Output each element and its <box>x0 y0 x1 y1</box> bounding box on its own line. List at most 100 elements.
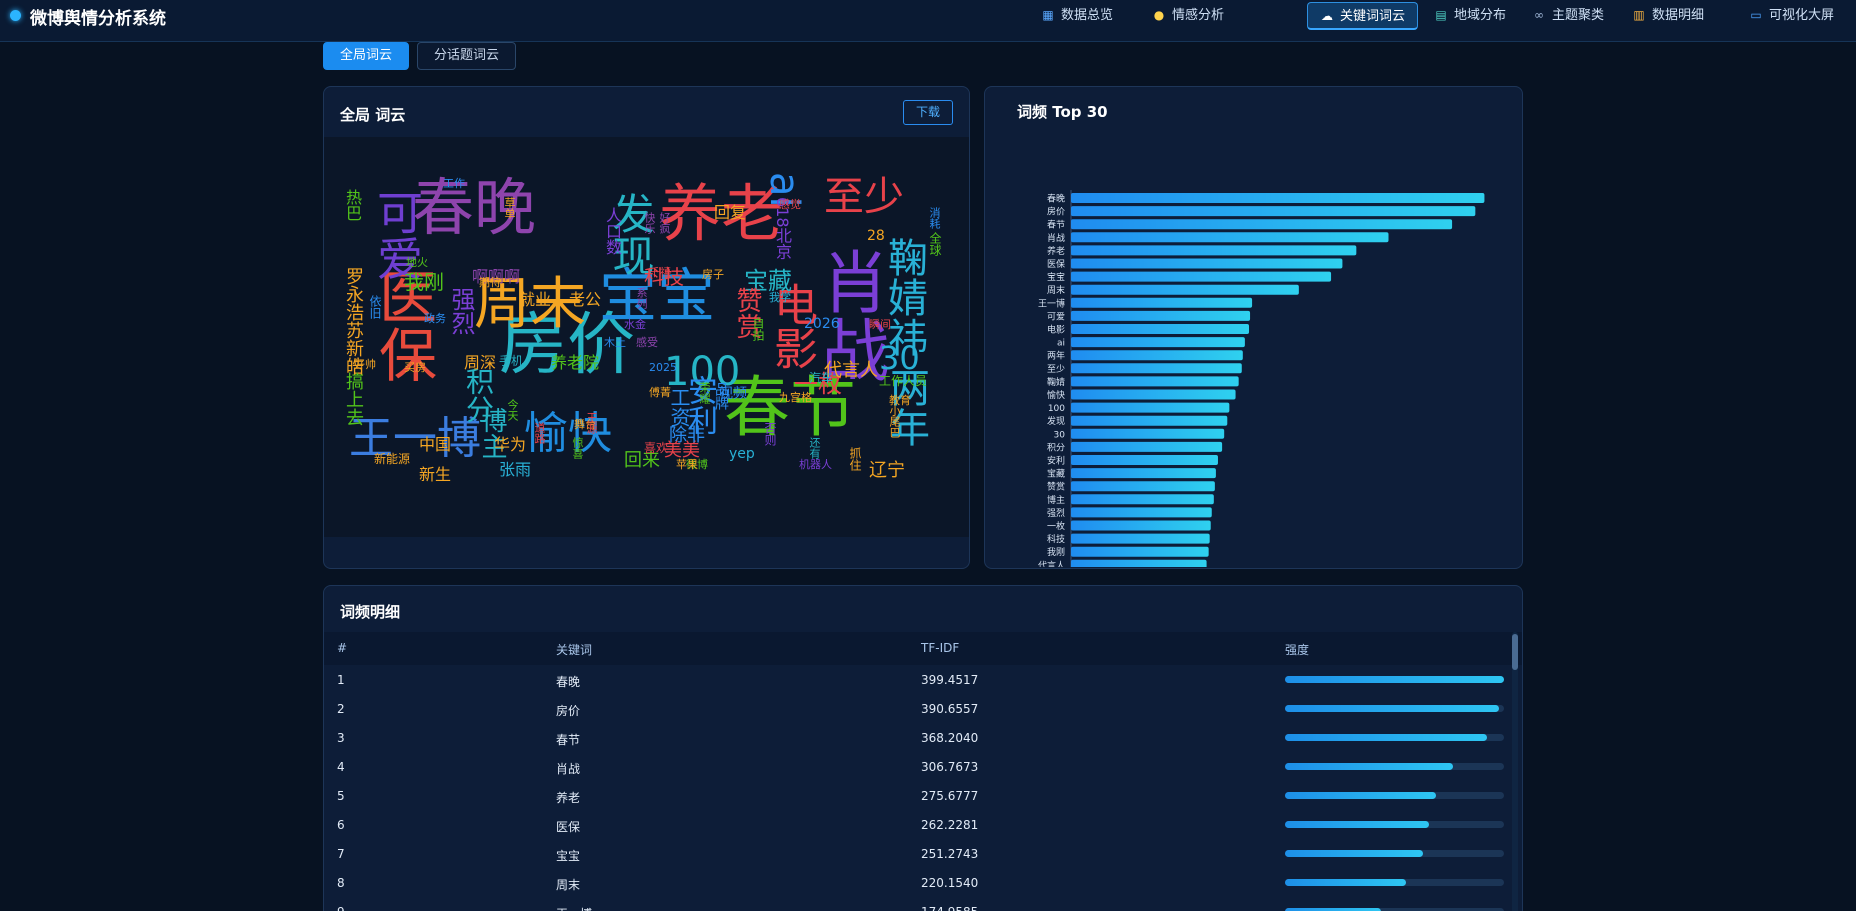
bar[interactable] <box>1071 428 1225 439</box>
app-title: 微博舆情分析系统 <box>30 9 166 29</box>
wordcloud-word: 中国 <box>419 435 452 454</box>
table-row[interactable]: 9 王一博 174.9585 <box>324 897 1514 911</box>
bar[interactable] <box>1071 481 1215 492</box>
bar[interactable] <box>1071 507 1212 518</box>
wordcloud-word: 我学 <box>769 291 791 304</box>
nav-item-0[interactable]: ▦ 数据总览 <box>1029 2 1125 30</box>
row-keyword: 宝宝 <box>556 849 581 863</box>
logo-dot-icon <box>10 10 21 21</box>
download-button[interactable]: 下载 <box>902 100 953 125</box>
strength-bar-track <box>1285 879 1504 886</box>
wordcloud-word: 工资 <box>667 387 691 427</box>
nav-item-4[interactable]: ∞ 主题聚类 <box>1520 2 1616 30</box>
row-keyword: 房价 <box>556 704 581 718</box>
nav-item-label: 关键词词云 <box>1339 9 1405 24</box>
wordcloud-word: 30 <box>879 339 920 377</box>
wordcloud-word: 道路 <box>533 422 546 444</box>
wordcloud-word: 王源 <box>585 412 598 434</box>
table-scrollbar[interactable] <box>1512 632 1518 911</box>
table-row[interactable]: 6 医保 262.2281 <box>324 810 1514 839</box>
wordcloud-word: 强烈 <box>447 287 475 335</box>
table-row[interactable]: 2 房价 390.6557 <box>324 694 1514 723</box>
nav-item-1[interactable]: ● 情感分析 <box>1140 2 1236 30</box>
wordcloud-word: 28 <box>867 228 885 244</box>
map-icon: ▤ <box>1435 8 1447 22</box>
bar[interactable] <box>1071 337 1245 348</box>
table-row[interactable]: 4 肖战 306.7673 <box>324 752 1514 781</box>
wordcloud-word: 今天 <box>506 399 519 421</box>
bar[interactable] <box>1071 559 1207 567</box>
wordcloud-word: 好疯 <box>658 212 671 234</box>
bar[interactable] <box>1071 415 1228 426</box>
bar[interactable] <box>1071 232 1389 243</box>
bar[interactable] <box>1071 520 1211 531</box>
bar[interactable] <box>1071 297 1253 308</box>
row-tfidf: 262.2281 <box>921 818 979 832</box>
table-row[interactable]: 1 春晚 399.4517 <box>324 665 1514 694</box>
bar[interactable] <box>1071 271 1332 282</box>
table-header: # 关键词 TF-IDF 强度 <box>324 632 1522 665</box>
bar-category-label: 积分 <box>1047 441 1065 453</box>
bar[interactable] <box>1071 324 1250 334</box>
table-row[interactable]: 7 宝宝 251.2743 <box>324 839 1514 868</box>
nav-item-5[interactable]: ▥ 数据明细 <box>1620 2 1716 30</box>
tab-0[interactable]: 全局词云 <box>323 42 410 70</box>
wordcloud-word: 养老院 <box>551 353 600 372</box>
bar[interactable] <box>1071 193 1485 203</box>
bar-category-label: 代言人 <box>1038 559 1065 567</box>
bar[interactable] <box>1071 468 1216 479</box>
bar[interactable] <box>1071 533 1210 544</box>
row-keyword: 医保 <box>556 820 581 834</box>
wordcloud-word: 感觉 <box>779 198 801 211</box>
bar[interactable] <box>1071 389 1236 400</box>
nav-item-6[interactable]: ▭ 可视化大屏 <box>1737 2 1846 30</box>
bar[interactable] <box>1071 402 1230 413</box>
bar[interactable] <box>1071 376 1239 387</box>
bar-category-label: 博主 <box>1047 494 1065 506</box>
nav-item-3[interactable]: ▤ 地域分布 <box>1422 2 1518 30</box>
row-rank: 2 <box>337 702 345 716</box>
bar[interactable] <box>1071 284 1299 295</box>
bar[interactable] <box>1071 350 1243 361</box>
strength-bar-track <box>1285 821 1504 828</box>
row-keyword: 肖战 <box>556 762 581 776</box>
bar[interactable] <box>1071 219 1453 230</box>
row-keyword: 春晚 <box>556 675 581 689</box>
wordcloud-word: 水金 <box>624 318 646 331</box>
col-rank-header: # <box>337 641 348 655</box>
wordcloud-word: 还有 <box>808 437 821 459</box>
bar[interactable] <box>1071 455 1218 465</box>
bar[interactable] <box>1071 245 1357 256</box>
table-row[interactable]: 3 春节 368.2040 <box>324 723 1514 752</box>
nav-item-2[interactable]: ☁ 关键词词云 <box>1306 2 1418 30</box>
bar-category-label: 春节 <box>1047 219 1065 231</box>
row-keyword: 王一博 <box>556 905 592 911</box>
wordcloud-word: 瞬间 <box>869 318 891 331</box>
row-rank: 5 <box>337 789 345 803</box>
wordcloud-panel: 全局 词云 下载 春晚 房价 春节 肖战 养老 医保 宝宝 周末 王一博 可爱 电影 ai 两年 至少 鞠婧… <box>323 86 970 569</box>
bar-category-label: 强烈 <box>1047 508 1065 519</box>
bar[interactable] <box>1071 441 1223 452</box>
bar-category-label: ai <box>1057 339 1065 349</box>
bar-category-label: 肖战 <box>1047 232 1065 244</box>
bar[interactable] <box>1071 310 1251 321</box>
bar-category-label: 一枚 <box>1047 520 1065 532</box>
tab-1[interactable]: 分话题词云 <box>417 42 517 70</box>
table-row[interactable]: 8 周末 220.1540 <box>324 868 1514 897</box>
wordcloud-word: 至少 <box>824 174 904 220</box>
strength-bar-fill <box>1285 850 1423 857</box>
bar[interactable] <box>1071 258 1343 269</box>
scrollbar-thumb[interactable] <box>1512 634 1518 670</box>
wordcloud-word: 否则 <box>763 422 777 446</box>
row-tfidf: 368.2040 <box>921 731 979 745</box>
table-row[interactable]: 5 养老 275.6777 <box>324 781 1514 810</box>
bar[interactable] <box>1071 494 1214 505</box>
wordcloud-word: 搞上去 <box>343 372 364 426</box>
wordcloud-word: 工作人员 <box>879 374 928 388</box>
wordcloud-word: 王一博 <box>349 413 481 464</box>
wordcloud-word: 新生 <box>419 465 452 484</box>
wordcloud-word: 喜欢 <box>644 441 669 455</box>
bar[interactable] <box>1071 546 1209 557</box>
bar[interactable] <box>1071 206 1476 217</box>
bar[interactable] <box>1071 363 1242 374</box>
